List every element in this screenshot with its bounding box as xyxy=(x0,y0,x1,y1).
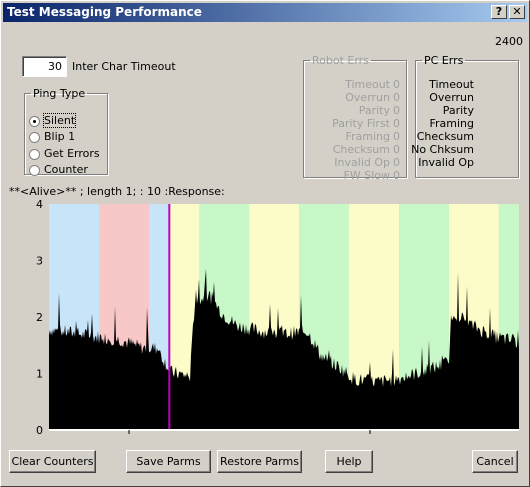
baud-rate-value: 2400 xyxy=(495,35,523,48)
robot-err-row: Checksum 0 xyxy=(304,143,404,156)
robot-err-label: Parity xyxy=(358,104,390,117)
chart-y-tick-label: 1 xyxy=(36,368,43,381)
robot-err-value: 0 xyxy=(393,104,400,117)
inter-char-timeout-input[interactable]: 30 xyxy=(22,56,67,77)
robot-err-row: Timeout 0 xyxy=(304,78,404,91)
pc-err-label: No Chksum xyxy=(411,143,474,156)
pc-err-label: Timeout xyxy=(429,78,474,91)
robot-err-value: 0 xyxy=(393,91,400,104)
response-chart: 0 1 2 3 4 xyxy=(36,198,519,437)
window-title: Test Messaging Performance xyxy=(7,5,202,19)
robot-err-value: 0 xyxy=(393,143,400,156)
robot-err-value: 0 xyxy=(393,117,400,130)
pc-err-label: Checksum xyxy=(416,130,474,143)
robot-err-label: FW Slow xyxy=(343,169,390,182)
clear-counters-button[interactable]: Clear Counters xyxy=(9,450,96,473)
chart-y-tick-label: 2 xyxy=(36,311,43,324)
dialog-window: Test Messaging Performance ? ✕ 2400 30 I… xyxy=(0,0,530,487)
help-title-button[interactable]: ? xyxy=(491,5,507,19)
help-button[interactable]: Help xyxy=(325,450,373,473)
robot-errs-legend: Robot Errs xyxy=(312,54,369,67)
chart-y-ticks: 0 1 2 3 4 xyxy=(36,198,43,437)
radio-selected-icon xyxy=(29,115,40,127)
chart-y-tick-label: 3 xyxy=(36,255,43,268)
close-button[interactable]: ✕ xyxy=(509,5,525,19)
radio-icon xyxy=(29,164,40,176)
radio-icon xyxy=(29,148,40,160)
ping-type-blip1[interactable]: Blip 1 xyxy=(29,129,75,144)
robot-err-row: Overrun 0 xyxy=(304,91,404,104)
restore-parms-button[interactable]: Restore Parms xyxy=(217,450,302,473)
cancel-button[interactable]: Cancel xyxy=(472,450,518,473)
ping-type-counter[interactable]: Counter xyxy=(29,162,88,177)
ping-type-legend: Ping Type xyxy=(33,87,86,100)
robot-err-value: 0 xyxy=(393,78,400,91)
radio-icon xyxy=(29,131,40,143)
ping-type-silent[interactable]: Silent xyxy=(29,113,77,128)
save-parms-button[interactable]: Save Parms xyxy=(126,450,211,473)
chart-y-tick-label: 4 xyxy=(36,198,43,211)
robot-err-value: 0 xyxy=(393,130,400,143)
pc-err-label: Parity xyxy=(442,104,474,117)
robot-errs-group: Robot Errs Timeout 0 Overrun 0 Parity 0 Parity… xyxy=(303,54,407,182)
title-bar[interactable]: Test Messaging Performance ? ✕ xyxy=(3,3,527,22)
robot-err-row: Framing 0 xyxy=(304,130,404,143)
robot-err-label: Timeout xyxy=(345,78,390,91)
robot-err-label: Parity First xyxy=(332,117,390,130)
robot-err-value: 0 xyxy=(393,156,400,169)
robot-err-row: Parity 0 xyxy=(304,104,404,117)
inter-char-timeout-label: Inter Char Timeout xyxy=(72,60,176,73)
pc-err-label: Framing xyxy=(429,117,474,130)
robot-err-label: Invalid Op xyxy=(334,156,390,169)
robot-err-row: Invalid Op 0 xyxy=(304,156,404,169)
robot-err-label: Overrun xyxy=(345,91,390,104)
chart-y-tick-label: 0 xyxy=(36,424,43,437)
ping-type-get-errors[interactable]: Get Errors xyxy=(29,146,100,161)
robot-err-row: FW Slow 0 xyxy=(304,169,404,182)
pc-err-label: Invalid Op xyxy=(418,156,474,169)
robot-err-value: 0 xyxy=(393,169,400,182)
robot-err-label: Framing xyxy=(345,130,390,143)
robot-err-label: Checksum xyxy=(332,143,390,156)
pc-errs-legend: PC Errs xyxy=(424,54,464,67)
ping-type-group: Ping Type Silent Blip 1 Get Errors Count… xyxy=(24,87,108,177)
pc-errs-group: PC Errs Timeout Overrun Parity Framing Check… xyxy=(411,54,519,178)
pc-err-label: Overrun xyxy=(429,91,474,104)
robot-err-row: Parity First 0 xyxy=(304,117,404,130)
